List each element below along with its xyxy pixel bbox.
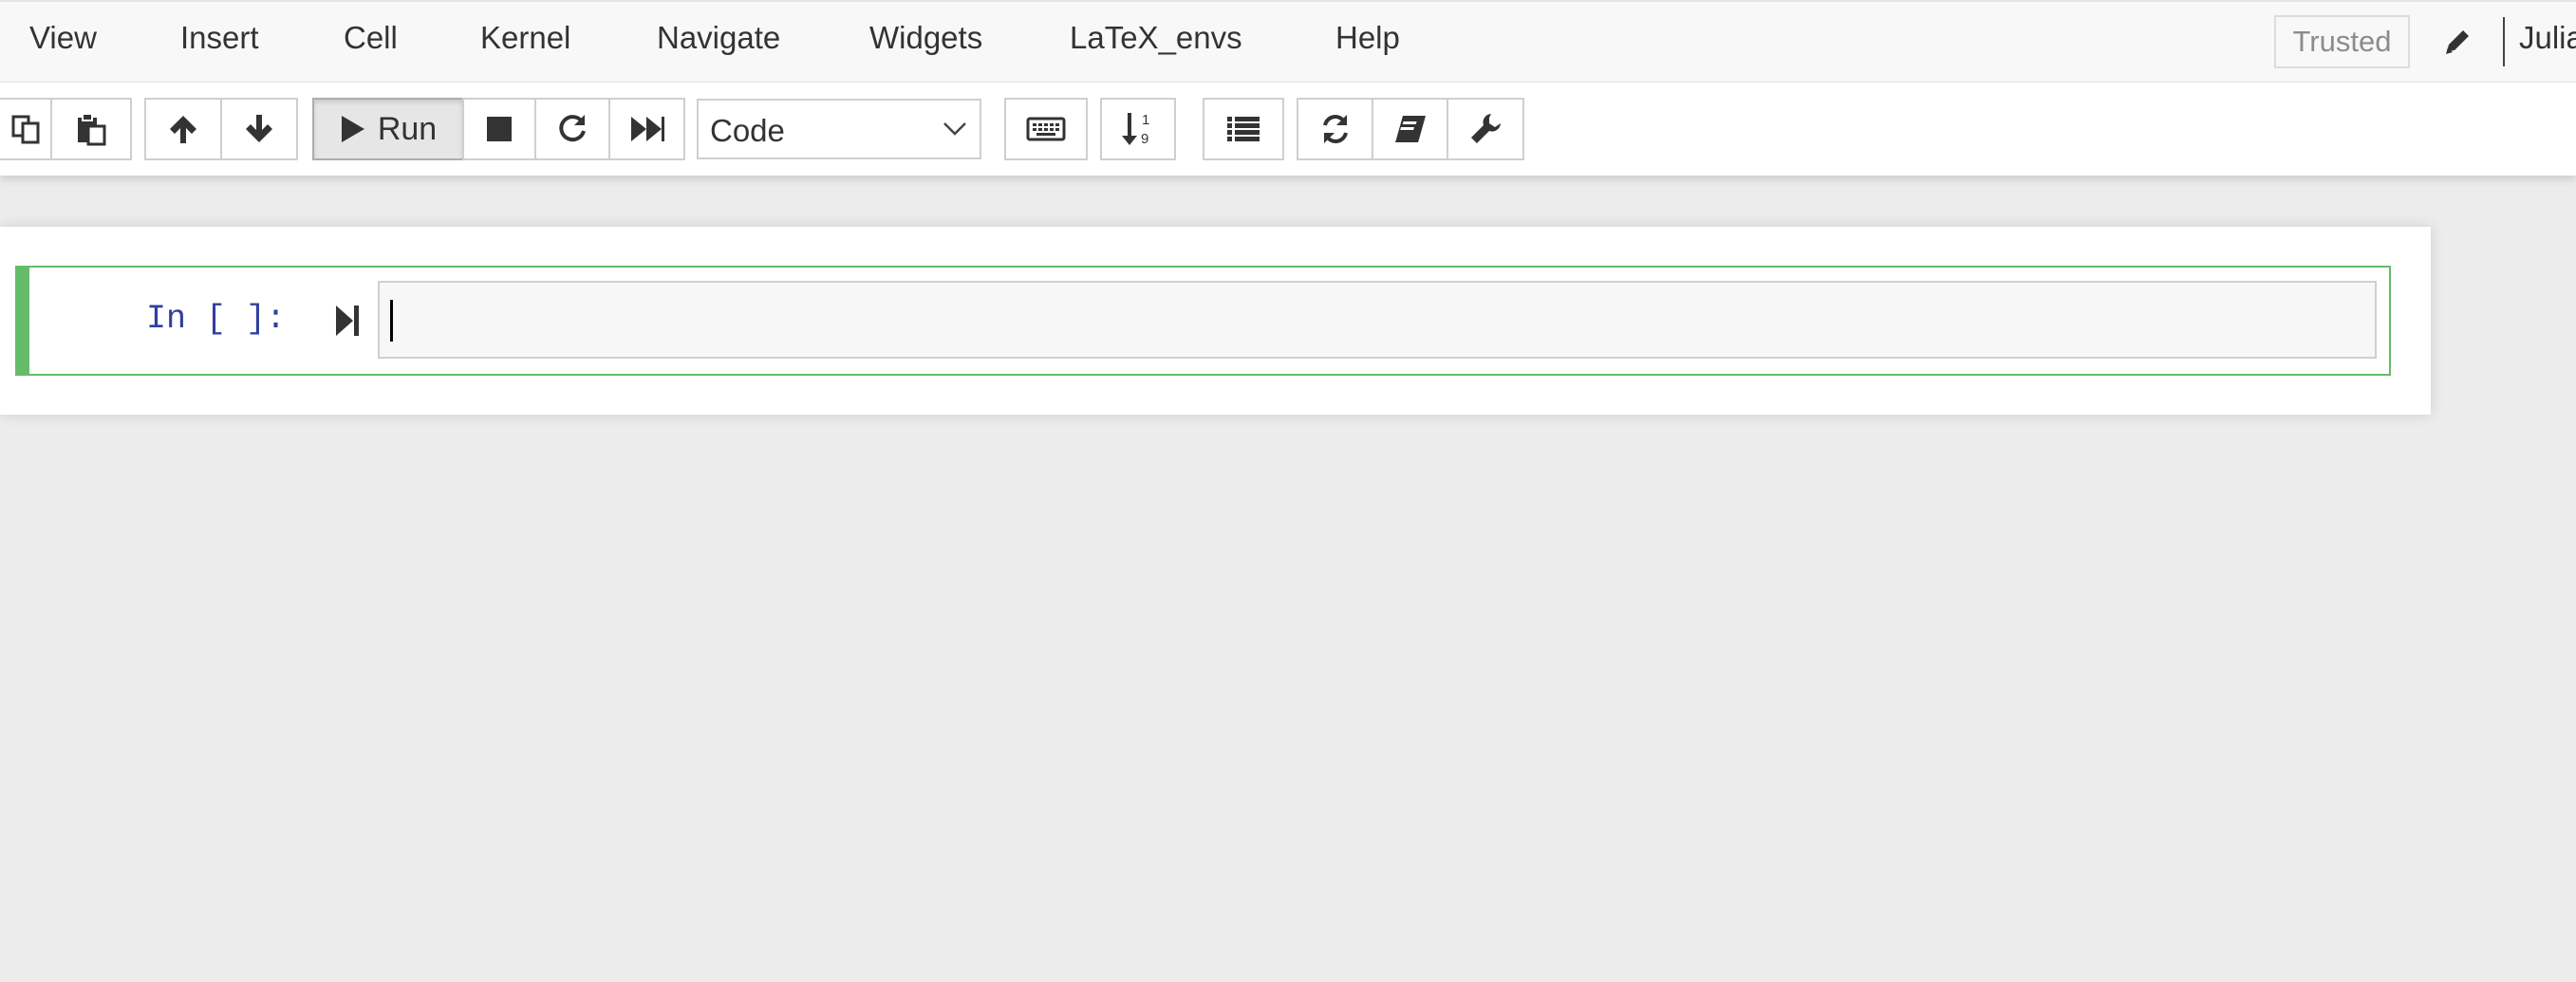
menu-cell[interactable]: Cell: [344, 19, 398, 57]
table-of-contents-button[interactable]: [1203, 98, 1284, 160]
kernel-separator: [2503, 17, 2505, 66]
run-label: Run: [377, 110, 438, 147]
pencil-icon[interactable]: [2439, 23, 2477, 61]
interrupt-button[interactable]: [462, 98, 536, 160]
list-icon: [1225, 114, 1261, 144]
menu-kernel[interactable]: Kernel: [480, 19, 570, 57]
book-icon: [1392, 113, 1428, 145]
wrench-button[interactable]: [1447, 98, 1524, 160]
trusted-indicator[interactable]: Trusted: [2274, 15, 2410, 68]
paste-icon: [74, 112, 108, 146]
restart-button[interactable]: [534, 98, 610, 160]
svg-text:9: 9: [1141, 131, 1148, 147]
arrow-down-icon: [243, 113, 275, 145]
cell-type-select[interactable]: Code: [697, 99, 981, 159]
menu-widgets[interactable]: Widgets: [869, 19, 982, 57]
notebook-container: In [ ]:: [0, 227, 2431, 415]
refresh-icon: [1318, 112, 1353, 146]
move-up-button[interactable]: [144, 98, 222, 160]
copy-icon: [10, 113, 43, 145]
selected-cell-indicator: [17, 268, 29, 374]
move-down-button[interactable]: [220, 98, 298, 160]
sort-numeric-icon: 1 9: [1119, 109, 1157, 149]
paste-button[interactable]: [50, 98, 132, 160]
menu-insert[interactable]: Insert: [180, 19, 259, 57]
fast-forward-icon: [629, 115, 665, 143]
svg-text:1: 1: [1142, 112, 1149, 128]
menubar: View Insert Cell Kernel Navigate Widgets…: [0, 0, 2576, 83]
refresh-button[interactable]: [1297, 98, 1373, 160]
command-palette-button[interactable]: [1004, 98, 1088, 160]
menu-navigate[interactable]: Navigate: [657, 19, 780, 57]
copy-button[interactable]: [0, 98, 52, 160]
run-cell-icon[interactable]: [334, 302, 363, 340]
arrow-up-icon: [167, 113, 199, 145]
wrench-icon: [1468, 112, 1503, 146]
chevron-down-icon: [943, 122, 966, 136]
toolbar: Run Code 1 9: [0, 83, 2576, 176]
text-cursor: [390, 300, 393, 342]
run-button[interactable]: Run: [312, 98, 464, 160]
code-input[interactable]: [378, 281, 2377, 359]
kernel-name[interactable]: Julia: [2519, 19, 2576, 57]
menu-help[interactable]: Help: [1335, 19, 1400, 57]
restart-icon: [555, 112, 589, 146]
menu-view[interactable]: View: [29, 19, 97, 57]
number-sections-button[interactable]: 1 9: [1100, 98, 1176, 160]
code-cell[interactable]: In [ ]:: [15, 266, 2391, 376]
book-button[interactable]: [1372, 98, 1448, 160]
stop-icon: [485, 115, 513, 143]
run-all-button[interactable]: [608, 98, 685, 160]
input-prompt: In [ ]:: [146, 300, 287, 338]
cell-type-value: Code: [710, 113, 785, 148]
keyboard-icon: [1026, 116, 1066, 142]
menu-latex-envs[interactable]: LaTeX_envs: [1070, 19, 1242, 57]
play-icon: [340, 114, 366, 144]
